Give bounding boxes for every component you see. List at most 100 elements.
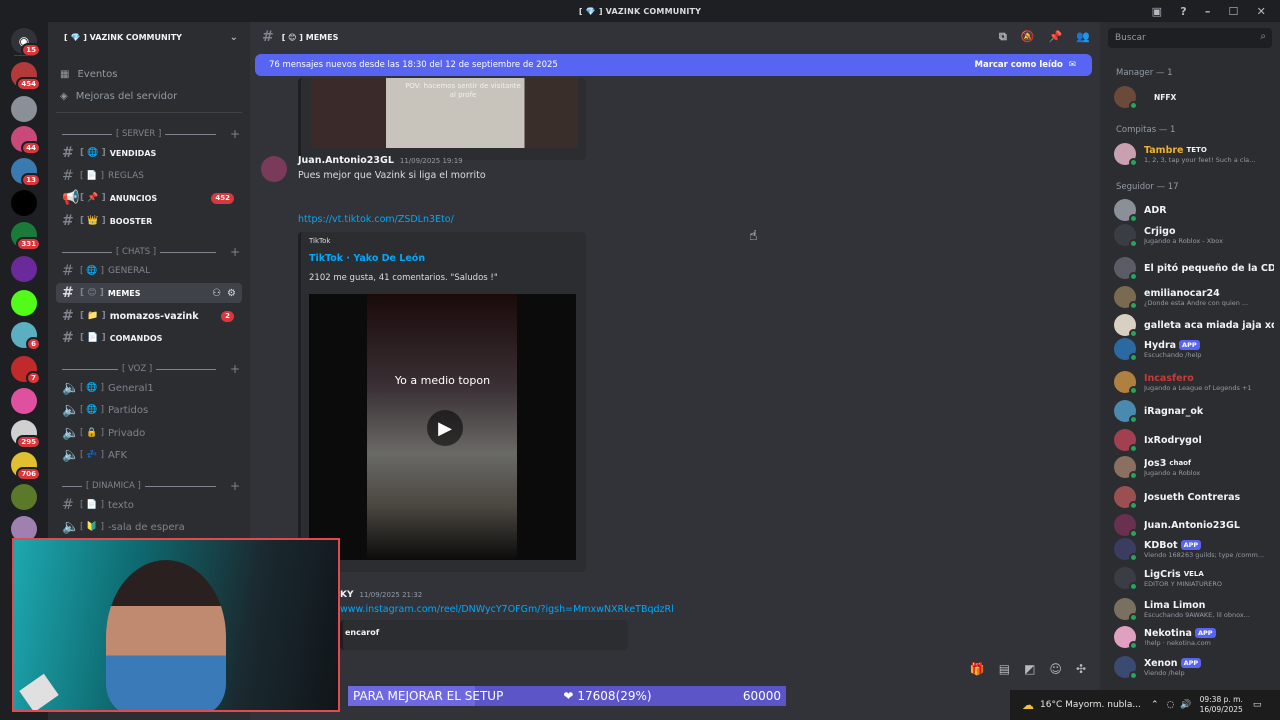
member-item[interactable]: Tambre TETO 1, 2, 3, tap your feet! Such a… <box>1114 142 1274 167</box>
maximize-icon[interactable]: ☐ <box>1229 5 1239 18</box>
plus-icon[interactable]: + <box>230 127 240 141</box>
channel-name: GENERAL <box>107 266 151 276</box>
weather-text[interactable]: 16°C Mayorm. nubla... <box>1040 700 1141 710</box>
member-item[interactable]: Jos3 chaof Jugando a Roblox <box>1114 455 1274 480</box>
server-icon[interactable] <box>11 256 37 282</box>
sticker-icon[interactable]: ◩ <box>1024 662 1035 676</box>
server-icon[interactable] <box>11 484 37 510</box>
server-boosts-item[interactable]: ◈ Mejoras del servidor <box>60 86 177 106</box>
online-status-icon <box>1129 415 1138 424</box>
voice-channel-afk[interactable]: 🔈[ 💤 ] AFK <box>56 445 242 465</box>
member-item[interactable]: Crjigo Jugando a Roblox - Xbox <box>1114 223 1274 248</box>
category-dinamica[interactable]: [ DINAMICA ] + <box>58 479 240 493</box>
member-item[interactable]: NFFX <box>1114 85 1274 110</box>
server-icon[interactable]: 13 <box>11 158 41 187</box>
member-item[interactable]: galleta aca miada jaja xd <box>1114 313 1274 338</box>
pin-icon[interactable]: 📌 <box>1049 30 1063 44</box>
member-item[interactable]: ADR <box>1114 198 1274 223</box>
embed-title[interactable]: TikTok · Yako De León <box>309 253 425 264</box>
volume-icon[interactable]: 🔊 <box>1180 700 1191 710</box>
emoji-icon[interactable]: ☺ <box>1049 662 1062 676</box>
kick-server-icon[interactable] <box>11 290 37 316</box>
category-server[interactable]: [ SERVER ] + <box>58 127 240 141</box>
avatar[interactable] <box>261 156 287 182</box>
message-link[interactable]: www.instagram.com/reel/DNWycY7OFGm/?igsh… <box>340 604 674 615</box>
gift-icon[interactable]: 🎁 <box>970 662 985 676</box>
server-header[interactable]: [ 💎 ] VAZINK COMMUNITY ⌄ <box>48 22 250 52</box>
notifications-icon[interactable]: ▭ <box>1253 700 1262 710</box>
member-item[interactable]: El pitó pequeño de la CD... <box>1114 256 1274 281</box>
mute-bell-icon[interactable]: 🔕 <box>1021 30 1035 44</box>
member-item[interactable]: iRagnar_ok <box>1114 399 1274 424</box>
member-item[interactable]: Juan.Antonio23GL <box>1114 513 1274 538</box>
channel-memes[interactable]: # [ 😊 ] MEMES ⚇ ⚙ <box>56 283 242 303</box>
member-item[interactable]: Hydra APP Escuchando /help <box>1114 337 1274 362</box>
voice-channel-general1[interactable]: 🔈[ 🌐 ] General1 <box>56 378 242 398</box>
voice-channel-privado[interactable]: 🔈[ 🔒 ] Privado <box>56 423 242 443</box>
channel-reglas[interactable]: # [ 📄 ] REGLAS <box>56 166 242 186</box>
server-icon[interactable]: 44 <box>11 126 41 155</box>
server-icon[interactable]: 295 <box>11 420 41 449</box>
help-icon[interactable]: ? <box>1180 5 1187 18</box>
network-icon[interactable]: ◌ <box>1167 700 1175 710</box>
embed-title[interactable]: encarof <box>345 628 379 637</box>
voice-channel-partidos[interactable]: 🔈[ 🌐 ] Partidos <box>56 400 242 420</box>
member-name: Lima Limon <box>1144 600 1250 611</box>
member-item[interactable]: emilianocar24 ¿Donde esta Andre con quien… <box>1114 285 1274 310</box>
tiktok-server-icon[interactable] <box>11 190 37 216</box>
server-icon[interactable] <box>11 96 37 122</box>
invite-icon[interactable]: ⚇ <box>212 288 221 299</box>
members-icon[interactable]: 👥 <box>1076 30 1090 44</box>
threads-icon[interactable]: ⧉ <box>999 30 1007 44</box>
channel-anuncios[interactable]: 📢[ 📌 ] ANUNCIOS 452 <box>56 188 242 208</box>
channel-name: COMANDOS <box>109 333 163 343</box>
member-item[interactable]: LigCris VELA EDITOR Y MINIATURERO <box>1114 566 1274 591</box>
mark-as-read-button[interactable]: Marcar como leído ✉ <box>975 60 1077 70</box>
channel-general[interactable]: # [ 🌐 ] GENERAL <box>56 261 242 281</box>
message-link[interactable]: https://vt.tiktok.com/ZSDLn3Eto/ <box>298 214 454 225</box>
server-icon[interactable] <box>11 388 37 414</box>
channel-vendidas[interactable]: # [ 🌐 ] VENDIDAS <box>56 143 242 163</box>
server-icon[interactable]: 7 <box>11 356 41 385</box>
channel-comandos[interactable]: # [ 📄 ] COMANDOS <box>56 328 242 348</box>
new-messages-banner[interactable]: 76 mensajes nuevos desde las 18:30 del 1… <box>255 54 1092 76</box>
search-input[interactable]: Buscar ⌕ <box>1108 28 1272 48</box>
channel-booster[interactable]: # [ 👑 ] BOOSTER <box>56 211 242 231</box>
divider <box>56 112 242 113</box>
clock[interactable]: 09:38 p. m. 16/09/2025 <box>1200 695 1243 715</box>
close-icon[interactable]: ✕ <box>1257 5 1266 18</box>
play-icon[interactable]: ▶ <box>427 410 463 446</box>
member-item[interactable]: Lima Limon Escuchando 9AWAKE, lil obnox..… <box>1114 597 1274 622</box>
channel-texto[interactable]: # [ 📄 ] texto <box>56 495 242 515</box>
member-item[interactable]: IxRodrygol <box>1114 428 1274 453</box>
discord-logo-icon[interactable]: ◉ 15 <box>11 28 41 57</box>
apps-icon[interactable]: ✣ <box>1076 662 1086 676</box>
member-item[interactable]: Incasfero Jugando a League of Legends +1 <box>1114 370 1274 395</box>
server-icon[interactable]: 331 <box>11 222 41 251</box>
message-author[interactable]: KY <box>340 590 354 600</box>
plus-icon[interactable]: + <box>230 362 240 376</box>
gear-icon[interactable]: ⚙ <box>227 288 236 299</box>
events-item[interactable]: ▦ Eventos <box>60 64 117 84</box>
server-icon[interactable]: 6 <box>11 322 41 351</box>
member-item[interactable]: Nekotina APP !help · nekotina.com <box>1114 625 1274 650</box>
minimize-icon[interactable]: – <box>1205 5 1211 18</box>
category-voz[interactable]: [ VOZ ] + <box>58 362 240 376</box>
plus-icon[interactable]: + <box>230 245 240 259</box>
server-icon[interactable]: 706 <box>11 452 41 481</box>
member-item[interactable]: Josueth Contreras <box>1114 485 1274 510</box>
video-player[interactable]: Yo a medio topon ▶ <box>309 294 576 560</box>
voice-channel-sala-de-espera[interactable]: 🔈[ 🔰 ] -sala de espera <box>56 517 242 537</box>
server-icon[interactable]: 454 <box>11 62 41 91</box>
message-author[interactable]: Juan.Antonio23GL <box>298 155 394 166</box>
gif-icon[interactable]: ▤ <box>999 662 1010 676</box>
plus-icon[interactable]: + <box>230 479 240 493</box>
category-chats[interactable]: [ CHATS ] + <box>58 245 240 259</box>
member-item[interactable]: KDBot APP Viendo 168263 guilds; type /comm… <box>1114 537 1274 562</box>
channel-momazos-vazink[interactable]: # [ 📁 ] momazos-vazink 2 <box>56 306 242 326</box>
category-line <box>62 133 112 135</box>
chevron-up-icon[interactable]: ⌃ <box>1151 700 1159 710</box>
member-item[interactable]: Xenon APP Viendo /help <box>1114 655 1274 680</box>
meme-image[interactable]: POV: hacemos sentir de visitante al prof… <box>311 78 578 148</box>
inbox-icon[interactable]: ▣ <box>1152 5 1163 18</box>
